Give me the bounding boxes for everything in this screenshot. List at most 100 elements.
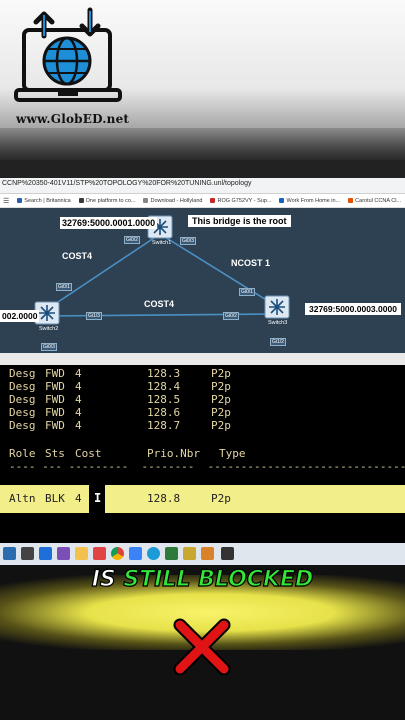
app-icon-11[interactable] — [183, 547, 196, 560]
work-icon — [279, 198, 285, 203]
text-cursor: I — [89, 485, 105, 513]
url-text[interactable]: CCNP%20350-401V11/STP%20TOPOLOGY%20FOR%2… — [2, 180, 252, 187]
folder-icon[interactable] — [75, 547, 88, 560]
cell-type: P2p — [211, 367, 231, 380]
header-band: www.GlobED.net — [0, 0, 405, 160]
port-s2-right: Gi1/3 — [86, 312, 102, 320]
cell-cost: 4 — [75, 492, 82, 505]
cell-cost: 4 — [75, 419, 82, 432]
link-s2-s3 — [45, 313, 277, 317]
bookmark-label: Work From Home in... — [286, 197, 341, 204]
switch3-icon — [264, 295, 290, 319]
topology-canvas[interactable]: 32769:5000.0001.0000 This bridge is the … — [0, 208, 405, 353]
port-s3-top: Gi0/1 — [239, 288, 255, 296]
laptop-globe-upload-download-icon — [14, 6, 126, 124]
cell-type: P2p — [211, 393, 231, 406]
bookmark-2[interactable]: Download - Hollyland — [143, 198, 202, 204]
cell-prio: 128.6 — [147, 406, 181, 419]
edge-icon[interactable] — [147, 547, 160, 560]
cell-type: P2p — [211, 380, 231, 393]
bookmark-0[interactable]: Search | Britannica — [17, 198, 71, 204]
table-separator: ---- --- --------- -------- ------------… — [9, 460, 405, 473]
topology-links — [34, 215, 290, 325]
bookmark-label: ROG G752VY - Sup... — [217, 197, 272, 204]
hollyland-icon — [143, 198, 149, 203]
cell-role: Desg — [9, 380, 36, 393]
cell-prio: 128.8 — [147, 492, 181, 505]
blurred-area — [0, 128, 405, 160]
cell-prio: 128.5 — [147, 393, 181, 406]
bookmark-label: Download - Hollyland — [150, 197, 203, 204]
site-name[interactable]: www.GlobED.net — [16, 112, 129, 126]
cost-label-left: COST4 — [61, 251, 94, 261]
cell-cost: 4 — [75, 380, 82, 393]
caption-white: IS — [91, 566, 116, 592]
cost-label-bottom: COST4 — [143, 299, 176, 309]
outlook-icon[interactable] — [39, 547, 52, 560]
cell-role: Desg — [9, 393, 36, 406]
app-icon-8[interactable] — [129, 547, 142, 560]
bookmark-3[interactable]: ROG G752VY - Sup... — [210, 198, 271, 204]
port-s1-left: Gi0/2 — [124, 236, 140, 244]
header-prio: Prio.Nbr — [147, 447, 200, 460]
cell-type: P2p — [211, 492, 231, 505]
link-s1-s3 — [159, 233, 277, 307]
port-s1-right: Gi0/3 — [180, 237, 196, 245]
cell-sts: FWD — [45, 406, 65, 419]
switch3-name[interactable]: Switch3 — [268, 320, 287, 326]
bookmark-4[interactable]: Work From Home in... — [279, 198, 340, 204]
cursor-glyph: I — [94, 491, 102, 505]
cell-cost: 4 — [75, 393, 82, 406]
port-s3-bottom: Gi1/2 — [270, 338, 286, 346]
chrome-icon[interactable] — [111, 547, 124, 560]
cell-role: Desg — [9, 419, 36, 432]
cell-sts: FWD — [45, 367, 65, 380]
bookmark-5[interactable]: Carotul CCNA Cl... — [348, 198, 401, 204]
bookmark-label: One platform to co... — [85, 197, 136, 204]
table-row: Desg FWD 4 128.3 P2p — [9, 367, 231, 381]
terminal-window[interactable]: Desg FWD 4 128.3 P2p Desg FWD 4 128.4 P2… — [0, 365, 405, 543]
cell-sts: FWD — [45, 419, 65, 432]
cell-sts: FWD — [45, 380, 65, 393]
cell-sts: FWD — [45, 393, 65, 406]
terminal-icon[interactable] — [221, 547, 234, 560]
cell-prio: 128.3 — [147, 367, 181, 380]
switch2-name[interactable]: Switch2 — [39, 326, 58, 332]
header-role: Role — [9, 447, 36, 460]
cell-cost: 4 — [75, 406, 82, 419]
dark-divider — [0, 160, 405, 178]
cell-prio: 128.7 — [147, 419, 181, 432]
ccna-icon — [348, 198, 354, 203]
root-bridge-note: This bridge is the root — [188, 215, 291, 227]
red-x-icon — [173, 618, 231, 676]
window-gap — [0, 353, 405, 365]
port-s3-left: Gi0/2 — [223, 312, 239, 320]
cell-sts: BLK — [45, 492, 65, 505]
app-icon-12[interactable] — [201, 547, 214, 560]
cell-role: Desg — [9, 406, 36, 419]
photos-icon[interactable] — [57, 547, 70, 560]
app-icon-2[interactable] — [21, 547, 34, 560]
header-type: Type — [219, 447, 246, 460]
port-s2-top: Gi0/1 — [56, 283, 72, 291]
app-icon-6[interactable] — [93, 547, 106, 560]
header-sts: Sts — [45, 447, 65, 460]
table-row: Desg FWD 4 128.5 P2p — [9, 393, 231, 407]
switch1-name[interactable]: Switch1 — [152, 240, 171, 246]
platform-icon — [78, 198, 84, 203]
cell-cost: 4 — [75, 367, 82, 380]
switch3-bridge-id: 32769:5000.0003.0000 — [305, 303, 401, 315]
cell-type: P2p — [211, 406, 231, 419]
address-bar[interactable]: CCNP%20350-401V11/STP%20TOPOLOGY%20FOR%2… — [0, 178, 405, 194]
bookmark-1[interactable]: One platform to co... — [78, 197, 136, 204]
app-icon-1[interactable] — [3, 547, 16, 560]
header-cost: Cost — [75, 447, 102, 460]
menu-icon[interactable]: ☰ — [3, 197, 9, 205]
switch1-bridge-id: 32769:5000.0001.0000 — [60, 217, 158, 229]
caption-green: STILL BLOCKED — [123, 566, 314, 592]
cell-role: Altn — [9, 492, 36, 505]
app-icon-10[interactable] — [165, 547, 178, 560]
taskbar — [0, 543, 405, 565]
britannica-icon — [17, 198, 23, 203]
caption-banner: IS STILL BLOCKED — [0, 565, 405, 720]
